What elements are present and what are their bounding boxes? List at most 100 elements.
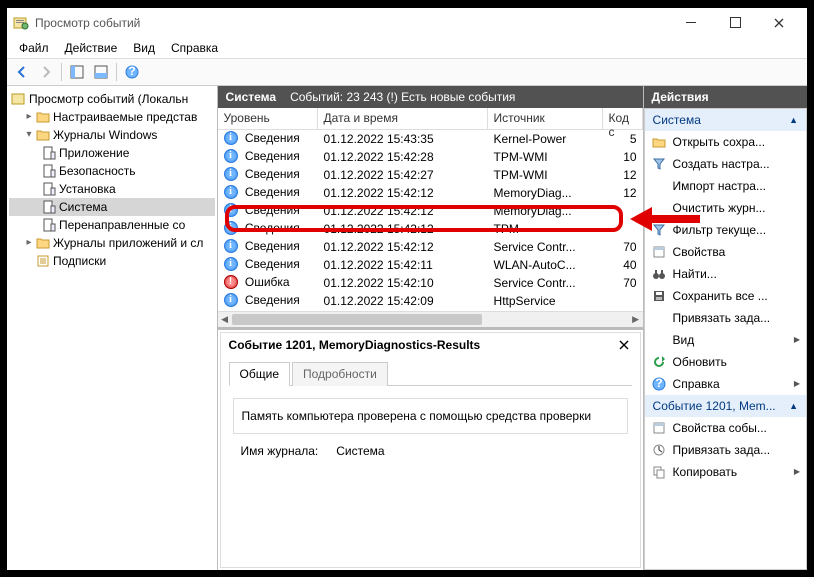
actions-header: Действия xyxy=(644,86,807,108)
properties-icon xyxy=(651,420,667,436)
logname-value: Система xyxy=(336,444,384,458)
center-event-count: Событий: 23 243 (!) Есть новые события xyxy=(290,90,515,104)
event-grid-body[interactable]: Сведения01.12.2022 15:43:35Kernel-Power5… xyxy=(218,130,643,311)
tab-general[interactable]: Общие xyxy=(229,362,290,386)
forward-button[interactable] xyxy=(35,61,57,83)
action-view[interactable]: Вид▶ xyxy=(645,329,806,351)
subscriptions-icon xyxy=(35,253,51,269)
event-grid-header[interactable]: Уровень Дата и время Источник Код с xyxy=(218,108,643,130)
action-properties[interactable]: Свойства xyxy=(645,241,806,263)
folder-icon xyxy=(35,109,51,125)
tree-forwarded[interactable]: Перенаправленные со xyxy=(9,216,215,234)
action-open-saved[interactable]: Открыть сохра... xyxy=(645,131,806,153)
tree-setup[interactable]: Установка xyxy=(9,180,215,198)
column-source[interactable]: Источник xyxy=(488,108,603,129)
info-icon xyxy=(224,293,240,309)
funnel-icon xyxy=(651,156,667,172)
action-event-properties[interactable]: Свойства собы... xyxy=(645,417,806,439)
menu-help[interactable]: Справка xyxy=(163,39,226,57)
help-button[interactable]: ? xyxy=(121,61,143,83)
tree-subscriptions[interactable]: Подписки xyxy=(9,252,215,270)
menu-view[interactable]: Вид xyxy=(125,39,163,57)
action-refresh[interactable]: Обновить xyxy=(645,351,806,373)
action-find[interactable]: Найти... xyxy=(645,263,806,285)
log-icon xyxy=(41,181,57,197)
close-button[interactable] xyxy=(757,8,801,38)
action-save-all[interactable]: Сохранить все ... xyxy=(645,285,806,307)
action-section-system[interactable]: Система▲ xyxy=(645,109,806,131)
import-icon xyxy=(651,178,667,194)
help-icon: ? xyxy=(651,376,667,392)
detail-close-button[interactable] xyxy=(616,337,632,353)
task-icon xyxy=(651,310,667,326)
action-copy[interactable]: Копировать▶ xyxy=(645,461,806,483)
tree-security[interactable]: Безопасность xyxy=(9,162,215,180)
action-import-view[interactable]: Импорт настра... xyxy=(645,175,806,197)
tab-details[interactable]: Подробности xyxy=(292,362,388,386)
svg-text:?: ? xyxy=(655,377,662,390)
table-row[interactable]: Ошибка01.12.2022 15:42:10Service Contr..… xyxy=(218,274,643,292)
table-row[interactable]: Сведения01.12.2022 15:42:12MemoryDiag...… xyxy=(218,184,643,202)
maximize-button[interactable] xyxy=(713,8,757,38)
info-icon xyxy=(224,257,240,273)
tree-windows-logs[interactable]: ▾Журналы Windows xyxy=(9,126,215,144)
tree-application[interactable]: Приложение xyxy=(9,144,215,162)
table-row[interactable]: Сведения01.12.2022 15:42:12MemoryDiag... xyxy=(218,202,643,220)
folder-icon xyxy=(35,127,51,143)
column-datetime[interactable]: Дата и время xyxy=(318,108,488,129)
detail-title: Событие 1201, MemoryDiagnostics-Results xyxy=(229,338,616,352)
table-row[interactable]: Сведения01.12.2022 15:42:27TPM-WMI12 xyxy=(218,166,643,184)
copy-icon xyxy=(651,464,667,480)
navigation-tree[interactable]: Просмотр событий (Локальн ▸Настраиваемые… xyxy=(7,86,218,570)
refresh-icon xyxy=(651,354,667,370)
tree-system[interactable]: Система xyxy=(9,198,215,216)
table-row[interactable]: Сведения01.12.2022 15:42:09HttpService xyxy=(218,292,643,310)
info-icon xyxy=(224,185,240,201)
table-row[interactable]: Сведения01.12.2022 15:42:12TPM xyxy=(218,220,643,238)
center-title: Система xyxy=(226,90,277,104)
menu-file[interactable]: Файл xyxy=(11,39,57,57)
eventviewer-icon xyxy=(11,91,27,107)
table-row[interactable]: Сведения01.12.2022 15:42:11WLAN-AutoC...… xyxy=(218,256,643,274)
show-detail-button[interactable] xyxy=(90,61,112,83)
folder-open-icon xyxy=(651,134,667,150)
horizontal-scrollbar[interactable]: ◀▶ xyxy=(218,311,643,327)
detail-message: Память компьютера проверена с помощью ср… xyxy=(233,398,628,434)
table-row[interactable]: Сведения01.12.2022 15:43:35Kernel-Power5 xyxy=(218,130,643,148)
tree-custom-views[interactable]: ▸Настраиваемые представ xyxy=(9,108,215,126)
back-button[interactable] xyxy=(11,61,33,83)
show-tree-button[interactable] xyxy=(66,61,88,83)
event-grid-wrap: Уровень Дата и время Источник Код с Свед… xyxy=(218,108,643,330)
tree-root[interactable]: Просмотр событий (Локальн xyxy=(9,90,215,108)
action-help[interactable]: ?Справка▶ xyxy=(645,373,806,395)
minimize-button[interactable] xyxy=(669,8,713,38)
center-header: Система Событий: 23 243 (!) Есть новые с… xyxy=(218,86,643,108)
log-icon xyxy=(41,217,57,233)
menu-action[interactable]: Действие xyxy=(57,39,126,57)
task-icon xyxy=(651,442,667,458)
log-icon xyxy=(41,163,57,179)
info-icon xyxy=(224,167,240,183)
svg-text:?: ? xyxy=(128,65,135,78)
properties-icon xyxy=(651,244,667,260)
center-panel: Система Событий: 23 243 (!) Есть новые с… xyxy=(218,86,644,570)
column-level[interactable]: Уровень xyxy=(218,108,318,129)
menu-bar: Файл Действие Вид Справка xyxy=(7,38,807,58)
table-row[interactable]: Сведения01.12.2022 15:42:28TPM-WMI10 xyxy=(218,148,643,166)
action-attach-task[interactable]: Привязать зада... xyxy=(645,307,806,329)
toolbar: ? xyxy=(7,58,807,86)
title-bar: Просмотр событий xyxy=(7,8,807,38)
error-icon xyxy=(224,275,240,291)
action-event-attach[interactable]: Привязать зада... xyxy=(645,439,806,461)
column-code[interactable]: Код с xyxy=(603,108,643,129)
log-icon xyxy=(41,199,57,215)
scrollbar-thumb[interactable] xyxy=(232,314,482,325)
table-row[interactable]: Сведения01.12.2022 15:42:12Service Contr… xyxy=(218,238,643,256)
window-frame: Просмотр событий Файл Действие Вид Справ… xyxy=(6,7,808,571)
action-section-event[interactable]: Событие 1201, Mem...▲ xyxy=(645,395,806,417)
logname-label: Имя журнала: xyxy=(241,444,319,458)
detail-tabs: Общие Подробности xyxy=(229,361,632,386)
view-icon xyxy=(651,332,667,348)
tree-app-services-logs[interactable]: ▸Журналы приложений и сл xyxy=(9,234,215,252)
action-create-view[interactable]: Создать настра... xyxy=(645,153,806,175)
